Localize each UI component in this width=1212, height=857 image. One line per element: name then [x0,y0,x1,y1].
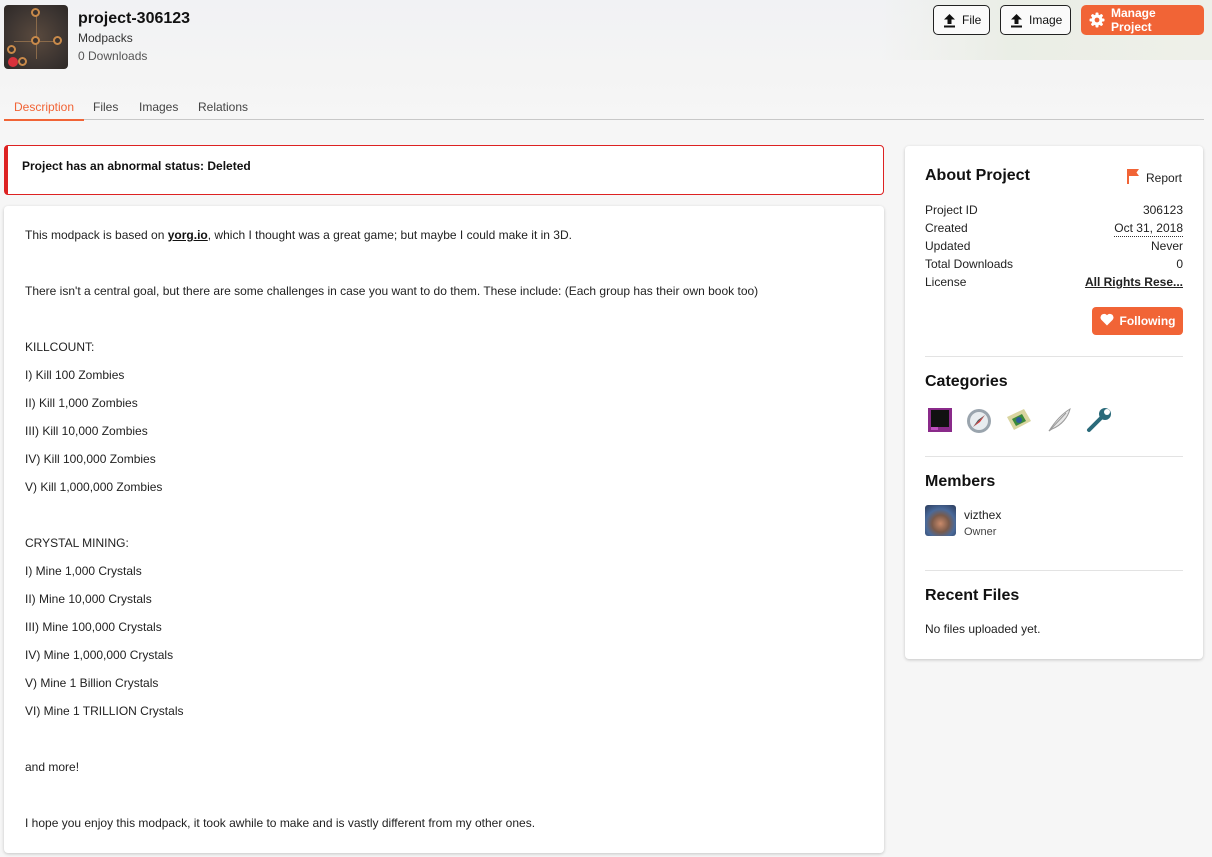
gear-icon [1089,12,1105,28]
description-closing: I hope you enjoy this modpack, it took a… [25,816,536,830]
list-item: I) Mine 1,000 Crystals [25,564,142,578]
tab-description[interactable]: Description [4,100,85,121]
magic-icon[interactable] [925,405,955,435]
meta-row-total-downloads: Total Downloads 0 [925,257,1183,271]
project-tabs: Description Files Images Relations [4,95,1204,121]
killcount-heading: KILLCOUNT: [25,340,95,354]
license-link[interactable]: All Rights Rese... [1085,275,1183,291]
upload-image-button[interactable]: Image [1000,5,1071,35]
recent-files-heading: Recent Files [925,587,1020,604]
feather-icon[interactable] [1044,405,1074,435]
compass-icon[interactable] [964,405,994,435]
divider [925,456,1183,457]
manage-project-label: Manage Project [1111,6,1156,34]
upload-icon [943,13,956,28]
meta-row-project-id: Project ID 306123 [925,203,1183,217]
list-item: V) Mine 1 Billion Crystals [25,676,159,690]
description-intro: This modpack is based on yorg.io, which … [25,228,572,242]
crystal-heading: CRYSTAL MINING: [25,536,129,550]
list-item: III) Kill 10,000 Zombies [25,424,148,438]
description-challenges-intro: There isn't a central goal, but there ar… [25,284,759,298]
upload-icon [1010,13,1023,28]
yorg-link[interactable]: yorg.io [168,228,208,242]
status-badge [8,57,18,67]
list-item: II) Mine 10,000 Crystals [25,592,152,606]
project-downloads: 0 Downloads [78,49,148,63]
meta-row-updated: Updated Never [925,239,1183,253]
about-heading: About Project [925,167,1030,184]
no-files-text: No files uploaded yet. [925,622,1041,636]
categories-heading: Categories [925,373,1008,390]
list-item: III) Mine 100,000 Crystals [25,620,162,634]
upload-file-label: File [962,13,982,27]
report-button[interactable]: Report [1126,168,1182,187]
following-label: Following [1119,314,1176,328]
flag-icon [1126,168,1140,187]
list-item: I) Kill 100 Zombies [25,368,125,382]
list-item: V) Kill 1,000,000 Zombies [25,480,163,494]
report-label: Report [1146,170,1183,185]
description-and-more: and more! [25,760,80,774]
divider [925,570,1183,571]
upload-file-button[interactable]: File [933,5,990,35]
tab-files[interactable]: Files [93,100,118,120]
divider [925,356,1183,357]
project-title: project-306123 [78,10,191,27]
map-icon[interactable] [1004,405,1034,435]
members-heading: Members [925,473,996,490]
member-role: Owner [964,526,997,538]
avatar[interactable] [925,505,956,536]
abnormal-status-alert: Project has an abnormal status: Deleted [4,145,884,195]
tab-relations[interactable]: Relations [198,100,248,120]
project-type[interactable]: Modpacks [78,31,133,45]
project-avatar [4,5,68,69]
list-item: IV) Mine 1,000,000 Crystals [25,648,174,662]
meta-row-license: License All Rights Rese... [925,275,1183,291]
following-button[interactable]: Following [1092,307,1183,335]
about-project-card: About Project Report Project ID 306123 C… [905,146,1203,659]
manage-project-button[interactable]: Manage Project [1081,5,1204,35]
heart-icon [1099,313,1114,329]
meta-row-created: Created Oct 31, 2018 [925,221,1183,237]
status-alert-text: Project has an abnormal status: Deleted [22,159,251,173]
wrench-icon[interactable] [1084,405,1114,435]
upload-image-label: Image [1029,13,1063,27]
member-name[interactable]: vizthex [964,508,1001,522]
description-card: This modpack is based on yorg.io, which … [4,206,884,853]
list-item: VI) Mine 1 TRILLION Crystals [25,704,184,718]
list-item: II) Kill 1,000 Zombies [25,396,138,410]
tab-images[interactable]: Images [139,100,178,120]
list-item: IV) Kill 100,000 Zombies [25,452,156,466]
